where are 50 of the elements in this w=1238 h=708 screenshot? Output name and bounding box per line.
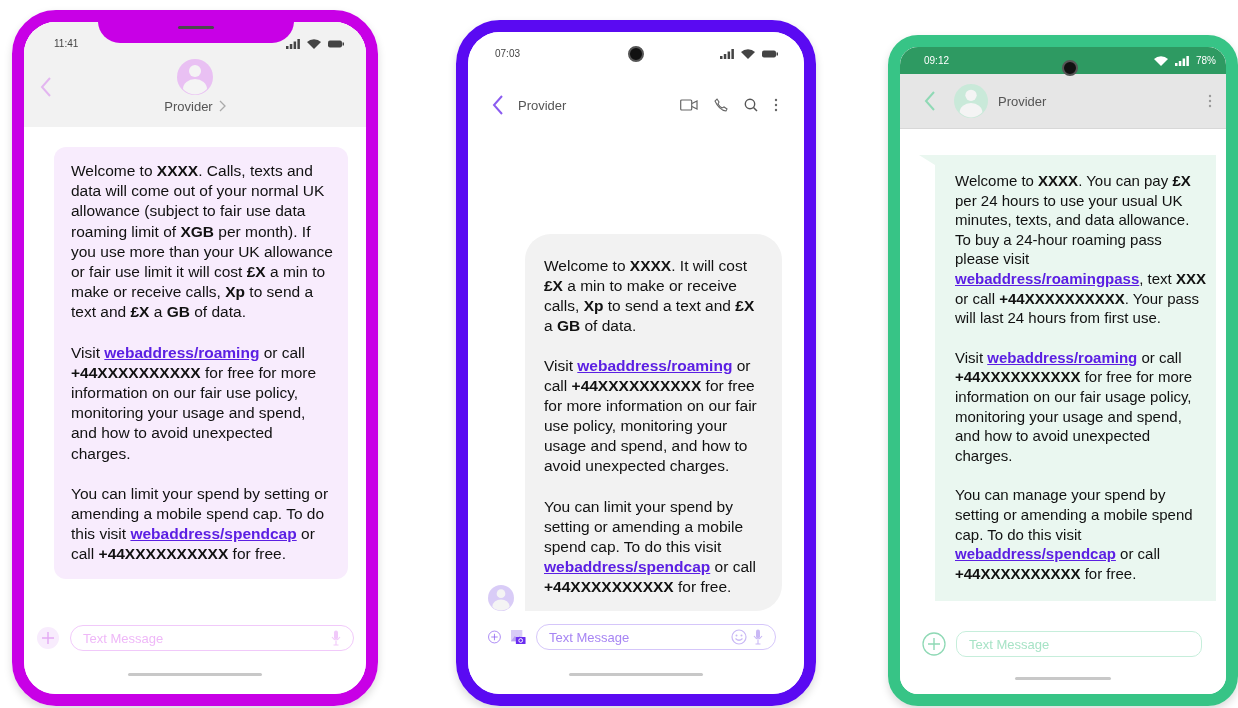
camera-icon xyxy=(628,46,644,62)
more-options-icon[interactable] xyxy=(774,98,778,112)
battery-icon xyxy=(328,39,344,48)
message-link[interactable]: webaddress/spendcap xyxy=(130,525,297,543)
message-paragraph: Welcome to XXXX. Calls, texts and data will come out of your normal UK allowance (subject to fair use data roaming limit of XGB per month). If you use more than your UK allowance or fair use limit it will cost £X a min to make or receive calls, Xp to send a text and £X a GB of data. xyxy=(71,161,334,323)
message-input-bar[interactable]: Text Message xyxy=(956,631,1202,657)
message-paragraph: You can limit your spend by setting or amending a mobile spend cap. To do this visit webaddress/spendcap or call +44XXXXXXXXXX for free. xyxy=(544,496,757,597)
signal-icon xyxy=(720,48,734,59)
avatar-icon xyxy=(488,585,514,611)
contact-name[interactable]: Provider xyxy=(164,98,213,114)
status-time: 11:41 xyxy=(54,38,79,49)
message-paragraph: Welcome to XXXX. It will cost £X a min to make or receive calls, Xp to send a text and £X a GB of data. xyxy=(544,255,756,336)
chevron-right-icon[interactable] xyxy=(218,100,226,112)
add-icon[interactable] xyxy=(922,632,946,656)
message-link[interactable]: webaddress/spendcap xyxy=(955,545,1116,563)
status-time: 07:03 xyxy=(495,48,521,59)
status-time: 09:12 xyxy=(924,55,950,66)
search-icon[interactable] xyxy=(744,98,758,112)
message-paragraph: Visit webaddress/roaming or call +44XXXXXXXXXX for free for more information on our fair usage policy, monitoring your usage and spend, and how to avoid unexpected charges. xyxy=(955,347,1194,466)
message-link[interactable]: webaddress/roaming xyxy=(577,356,733,374)
message-input[interactable]: Text Message xyxy=(83,630,325,646)
avatar-icon xyxy=(954,84,988,118)
more-options-icon[interactable] xyxy=(1208,94,1212,108)
message-paragraph: Visit webaddress/roaming or call +44XXXXXXXXXX for free for more information on our fair use policy, monitoring your usage and spend, and how to avoid unexpected charges. xyxy=(71,342,318,464)
message-paragraph: Welcome to XXXX. You can pay £X per 24 hours to use your usual UK minutes, texts, and data allowance. To buy a 24-hour roaming pass please visit webaddress/roamingpass, text XXX or call +44XXXXXXXXXX. Your pass will last 24 hours from first use. xyxy=(955,171,1206,328)
add-icon[interactable] xyxy=(36,626,60,650)
battery-percentage: 78% xyxy=(1196,55,1216,66)
battery-icon xyxy=(762,49,778,58)
phone-icon[interactable] xyxy=(714,98,728,112)
microphone-icon[interactable] xyxy=(331,630,341,646)
wifi-icon xyxy=(741,48,755,59)
video-call-icon[interactable] xyxy=(680,99,698,111)
back-icon[interactable] xyxy=(492,95,504,115)
signal-icon xyxy=(286,38,300,49)
signal-icon xyxy=(1175,55,1189,66)
contact-name[interactable]: Provider xyxy=(998,93,1047,109)
contact-name[interactable]: Provider xyxy=(518,97,567,113)
message-link[interactable]: webaddress/roaming xyxy=(987,348,1138,366)
message-input[interactable]: Text Message xyxy=(549,629,725,645)
emoji-icon[interactable] xyxy=(731,629,747,645)
message-paragraph: Visit webaddress/roaming or call +44XXXXXXXXXX for free for more information on our fair use policy, monitoring your usage and spend, and how to avoid unexpected charges. xyxy=(544,355,758,477)
message-link[interactable]: webaddress/roaming xyxy=(104,343,260,361)
message-link[interactable]: webaddress/spendcap xyxy=(544,557,711,575)
wifi-icon xyxy=(1154,55,1168,66)
microphone-icon[interactable] xyxy=(753,629,763,645)
message-input[interactable]: Text Message xyxy=(969,636,1189,652)
message-paragraph: You can manage your spend by setting or amending a mobile spend cap. To do this visit webaddress/spendcap or call +44XXXXXXXXXX for free. xyxy=(955,485,1194,584)
message-paragraph: You can limit your spend by setting or amending a mobile spend cap. To do this visit webaddress/spendcap or call +44XXXXXXXXXX for free. xyxy=(71,483,330,565)
avatar-icon xyxy=(177,58,213,95)
wifi-icon xyxy=(307,38,321,49)
